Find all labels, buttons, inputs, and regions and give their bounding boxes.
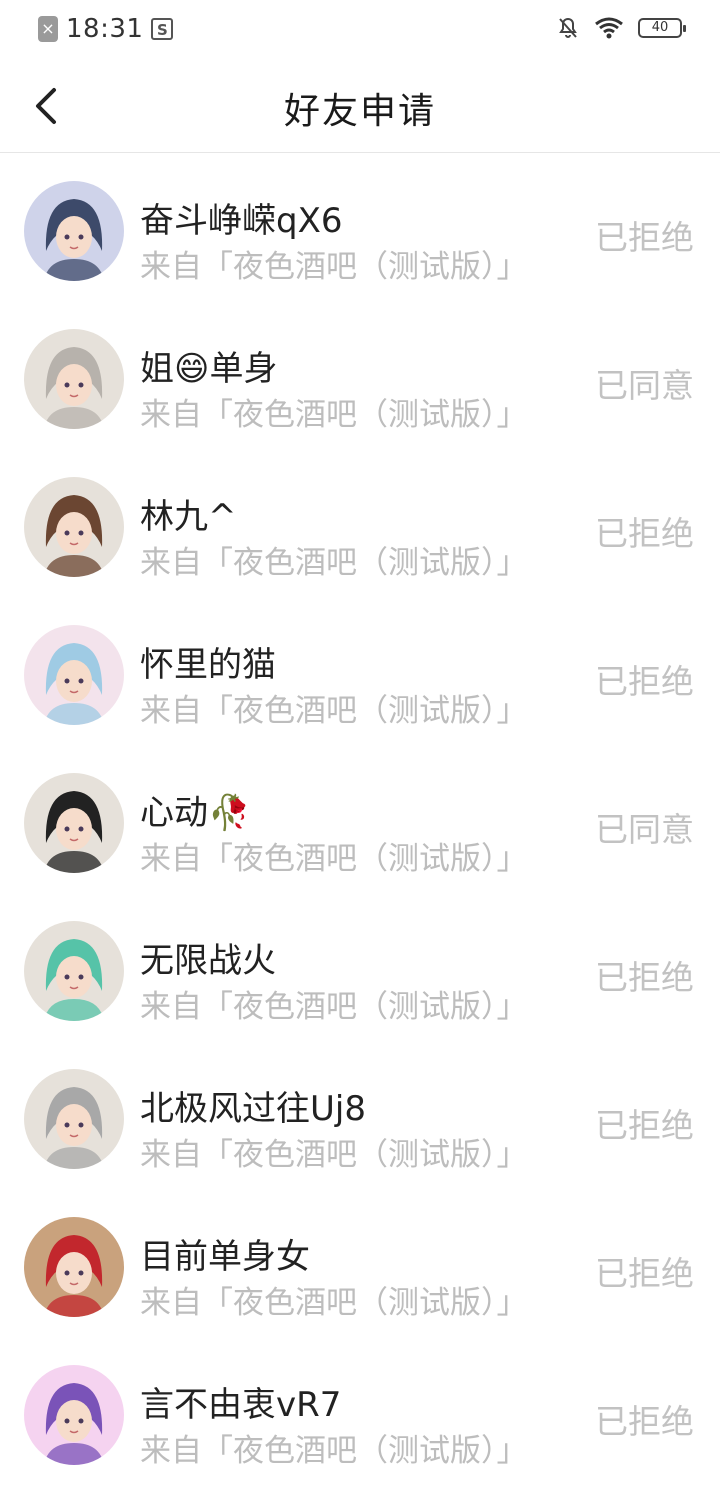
notification-x-icon: × <box>38 16 58 42</box>
requester-name: 北极风过往Uj8 <box>140 1089 366 1129</box>
friend-request-row[interactable]: 北极风过往Uj8 来自「夜色酒吧（测试版）」 已拒绝 <box>0 1041 720 1189</box>
request-status: 已拒绝 <box>595 662 694 701</box>
requester-name: 林九^ <box>140 497 237 537</box>
friend-request-row[interactable]: 目前单身女来自「夜色酒吧（测试版）」 已拒绝 <box>0 1189 720 1337</box>
request-source: 来自「夜色酒吧（测试版）」 <box>140 693 528 729</box>
friend-request-row[interactable]: 林九^ 来自「夜色酒吧（测试版）」 已拒绝 <box>0 449 720 597</box>
mute-bell-icon <box>559 17 577 38</box>
request-source: 来自「夜色酒吧（测试版）」 <box>140 1433 528 1469</box>
friend-request-row[interactable]: 怀里的猫来自「夜色酒吧（测试版）」 已拒绝 <box>0 597 720 745</box>
battery-level: 40 <box>651 20 669 35</box>
requester-name: 目前单身女 <box>140 1237 310 1277</box>
avatar-grey-hair-icon[interactable] <box>24 1069 124 1169</box>
request-source: 来自「夜色酒吧（测试版）」 <box>140 545 528 581</box>
request-source: 来自「夜色酒吧（测试版）」 <box>140 989 528 1025</box>
request-status: 已同意 <box>595 810 694 849</box>
requester-name: 奋斗峥嵘qX6 <box>140 201 343 241</box>
request-source: 来自「夜色酒吧（测试版）」 <box>140 1137 528 1173</box>
request-status: 已拒绝 <box>595 1106 694 1145</box>
requester-name: 无限战火 <box>140 941 276 981</box>
request-source: 来自「夜色酒吧（测试版）」 <box>140 397 528 433</box>
avatar-silver-hair-icon[interactable] <box>24 329 124 429</box>
request-status: 已拒绝 <box>595 514 694 553</box>
avatar-purple-hair-icon[interactable] <box>24 1365 124 1465</box>
requester-name: 心动🥀 <box>140 793 251 833</box>
avatar-boy-mic-icon[interactable] <box>24 181 124 281</box>
requester-name: 言不由衷vR7 <box>140 1385 342 1425</box>
request-status: 已拒绝 <box>595 958 694 997</box>
avatar-brown-hair-icon[interactable] <box>24 477 124 577</box>
friend-request-row[interactable]: 心动🥀 来自「夜色酒吧（测试版）」 已同意 <box>0 745 720 893</box>
screenshot-icon: S <box>151 18 174 40</box>
friend-request-row[interactable]: 姐😄单身来自「夜色酒吧（测试版）」 已同意 <box>0 301 720 449</box>
request-source: 来自「夜色酒吧（测试版）」 <box>140 249 528 285</box>
requester-name: 姐😄单身 <box>140 349 278 389</box>
request-status: 已拒绝 <box>595 1254 694 1293</box>
status-time: 18:31 <box>66 14 144 44</box>
request-status: 已拒绝 <box>595 218 694 257</box>
request-status: 已拒绝 <box>595 1402 694 1441</box>
battery-icon: 40 <box>638 18 686 38</box>
friend-request-row[interactable]: 无限战火来自「夜色酒吧（测试版）」 已拒绝 <box>0 893 720 1041</box>
requester-name: 怀里的猫 <box>140 645 276 685</box>
avatar-teal-hair-icon[interactable] <box>24 921 124 1021</box>
page-title: 好友申请 <box>283 91 436 132</box>
request-source: 来自「夜色酒吧（测试版）」 <box>140 841 528 877</box>
request-source: 来自「夜色酒吧（测试版）」 <box>140 1285 528 1321</box>
avatar-red-hat-icon[interactable] <box>24 1217 124 1317</box>
friend-request-row[interactable]: 言不由衷vR7 来自「夜色酒吧（测试版）」 已拒绝 <box>0 1337 720 1485</box>
avatar-pink-girl-icon[interactable] <box>24 625 124 725</box>
friend-request-list: 奋斗峥嵘qX6 来自「夜色酒吧（测试版）」 已拒绝 姐😄单身 来自「夜色酒吧（测试版）」… <box>0 153 720 1485</box>
nav-bar: 好友申请 <box>0 58 720 153</box>
request-status: 已同意 <box>595 366 694 405</box>
wifi-icon <box>595 17 623 39</box>
avatar-black-hair-icon[interactable] <box>24 773 124 873</box>
status-bar: × 18:31 S 40 <box>0 0 720 58</box>
friend-request-row[interactable]: 奋斗峥嵘qX6 来自「夜色酒吧（测试版）」 已拒绝 <box>0 153 720 301</box>
